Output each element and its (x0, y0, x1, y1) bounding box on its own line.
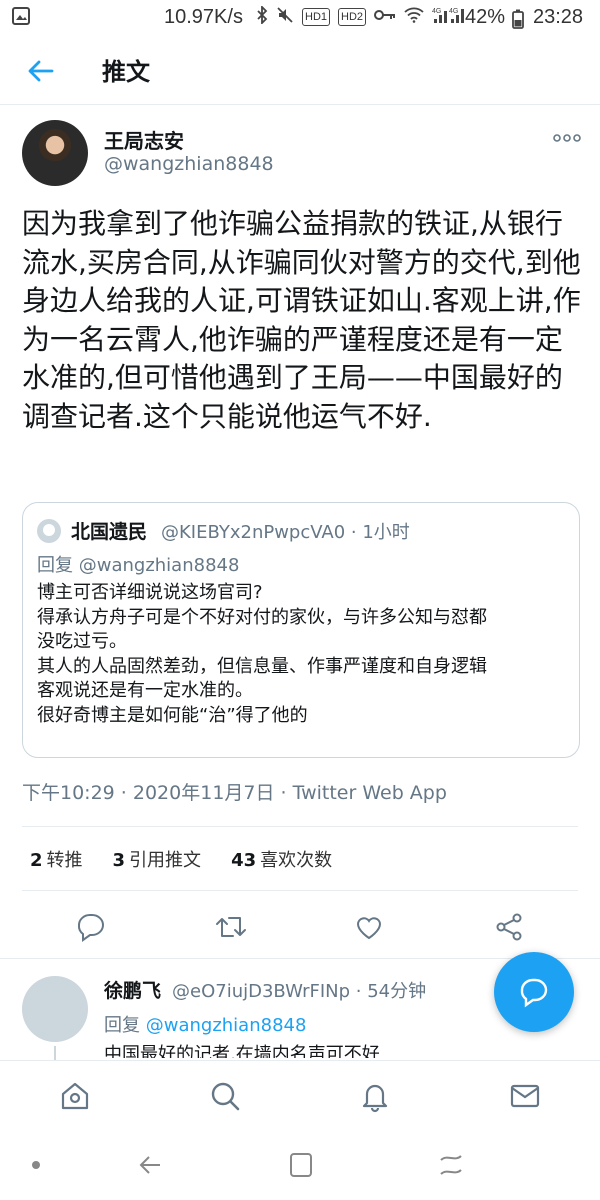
compose-reply-button[interactable] (494, 952, 574, 1032)
battery-level: 42% (465, 6, 506, 28)
reply-prefix: 回复 (104, 1015, 140, 1036)
nav-home-icon[interactable] (286, 1150, 316, 1180)
reply-author-name[interactable]: 徐鹏飞 (104, 976, 161, 1003)
mute-icon (276, 6, 294, 28)
author-name[interactable]: 王局志安 (104, 125, 184, 154)
divider (22, 826, 578, 827)
signal-icon: 4G 4G (432, 6, 466, 28)
svg-text:4G: 4G (449, 8, 458, 15)
wifi-icon (404, 7, 424, 27)
back-arrow-icon[interactable] (26, 56, 56, 86)
page-title: 推文 (102, 58, 150, 86)
network-speed: 10.97K/s (164, 6, 243, 28)
quote-line: 很好奇博主是如何能“治”得了他的 (37, 704, 308, 726)
reply-icon[interactable] (74, 910, 110, 946)
compose-reply-icon (520, 978, 548, 1008)
tweet-text: 因为我拿到了他诈骗公益捐款的铁证,从银行流水,买房合同,从诈骗同伙对警方的交代,… (22, 207, 581, 433)
home-icon[interactable] (58, 1079, 92, 1113)
key-icon (374, 8, 396, 26)
system-nav-bar (0, 1130, 600, 1200)
like-count[interactable]: 43 喜欢次数 (231, 846, 332, 872)
divider (22, 890, 578, 891)
bottom-tab-bar (0, 1060, 600, 1131)
notifications-icon[interactable] (358, 1079, 392, 1113)
retweet-count[interactable]: 2 转推 (30, 846, 83, 872)
quote-line: 客观说还是有一定水准的。 (37, 680, 253, 702)
quote-line: 博主可否详细说说这场官司? (37, 582, 263, 603)
author-handle[interactable]: @wangzhian8848 (104, 153, 274, 175)
reply-reply-to: 回复 @wangzhian8848 (104, 1011, 306, 1037)
quote-reply-to: 回复 @wangzhian8848 (37, 551, 239, 577)
quote-author-name: 北国遗民 (71, 521, 148, 543)
tweet-actions (0, 910, 600, 950)
battery-icon (512, 9, 524, 35)
reply-prefix: 回复 (37, 555, 73, 576)
reply-mention[interactable]: @wangzhian8848 (146, 1015, 307, 1036)
search-icon[interactable] (208, 1079, 242, 1113)
retweet-icon[interactable] (214, 910, 250, 946)
author-avatar[interactable] (22, 120, 88, 186)
quote-line: 得承认方舟子可是个不好对付的家伙，与许多公知与怼都 (37, 606, 487, 628)
tweet-stats: 2 转推 3 引用推文 43 喜欢次数 (30, 846, 332, 872)
reply-mention: @wangzhian8848 (78, 555, 240, 576)
reply-handle-time: @eO7iujD3BWrFINp · 54分钟 (172, 981, 427, 1002)
messages-icon[interactable] (508, 1079, 542, 1113)
like-icon[interactable] (352, 910, 388, 946)
tweet-timestamp: 下午10:29 · 2020年11月7日 · Twitter Web App (22, 782, 447, 804)
nav-dot-icon (24, 1150, 54, 1180)
status-bar: 10.97K/s HD1 HD2 4G 4G 42% 23:28 (0, 0, 600, 36)
quote-avatar (37, 519, 61, 543)
quote-count[interactable]: 3 引用推文 (113, 846, 202, 872)
gallery-icon (12, 7, 30, 31)
share-icon[interactable] (492, 910, 528, 946)
quote-handle-time: @KIEBYx2nPwpcVA0 · 1小时 (161, 522, 410, 543)
more-options-icon[interactable] (552, 128, 582, 148)
thread-line (54, 1046, 56, 1060)
reply-avatar[interactable] (22, 976, 88, 1042)
status-icons: HD1 HD2 4G 4G (256, 4, 466, 28)
reply-text: 中国最好的记者,在墙内名声可不好 (104, 1044, 380, 1058)
hd1-badge: HD1 (302, 8, 331, 26)
clock: 23:28 (533, 6, 584, 28)
bluetooth-icon (256, 4, 268, 28)
quote-line: 其人的人品固然差劲，但信息量、作事严谨度和自身逻辑 (37, 655, 487, 677)
quoted-tweet[interactable]: 北国遗民 @KIEBYx2nPwpcVA0 · 1小时 回复 @wangzhia… (22, 502, 580, 758)
quote-text: 博主可否详细说说这场官司? 得承认方舟子可是个不好对付的家伙，与许多公知与怼都 … (37, 581, 565, 729)
svg-text:4G: 4G (432, 8, 441, 15)
quote-line: 没吃过亏。 (37, 631, 127, 653)
nav-back-icon[interactable] (136, 1150, 166, 1180)
nav-recents-icon[interactable] (436, 1150, 466, 1180)
app-header: 推文 (0, 36, 600, 105)
hd2-badge: HD2 (338, 8, 367, 26)
